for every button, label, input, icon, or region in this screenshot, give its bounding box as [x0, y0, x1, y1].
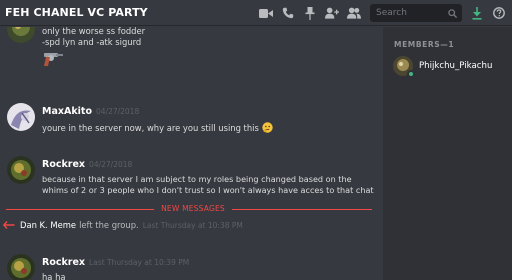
member-list: MEMBERS—1 Phijkchu_Pikachu	[383, 27, 512, 280]
avatar	[393, 56, 415, 78]
channel-title: FEH CHANEL VC PARTY	[5, 6, 148, 19]
header-toolbar: Search	[251, 0, 506, 26]
members-header: MEMBERS—1	[394, 40, 455, 49]
avatar[interactable]	[7, 103, 35, 131]
video-call-icon[interactable]	[259, 6, 273, 20]
message-group: Rockrex 04/27/2018 because in that server…	[0, 156, 383, 204]
search-input[interactable]: Search	[370, 4, 462, 22]
new-messages-divider: NEW MESSAGES	[0, 204, 372, 216]
pin-icon[interactable]	[303, 6, 317, 20]
members-icon[interactable]	[347, 6, 361, 20]
voice-call-icon[interactable]	[281, 6, 295, 20]
avatar[interactable]	[7, 27, 35, 43]
add-friend-icon[interactable]	[325, 6, 339, 20]
search-icon	[448, 8, 457, 18]
message-content: Rockrex Last Thursday at 10:39 PM ha ha	[42, 257, 375, 280]
revolver-emoji	[42, 51, 375, 71]
author-name[interactable]: Rockrex	[42, 257, 85, 268]
channel-header: FEH CHANEL VC PARTY Search	[0, 0, 512, 26]
system-message: Dan K. Meme left the group. Last Thursda…	[3, 219, 243, 231]
member-name: Phijkchu_Pikachu	[419, 61, 493, 71]
download-icon[interactable]	[470, 6, 484, 20]
message-group-partial: yuan only the worse ss fodder -spd lyn a…	[0, 27, 383, 75]
help-icon[interactable]	[492, 6, 506, 20]
message-text: -spd lyn and -atk sigurd	[42, 37, 142, 47]
timestamp: Last Thursday at 10:39 PM	[89, 258, 190, 267]
timestamp: Last Thursday at 10:38 PM	[142, 220, 243, 230]
message-content: yuan only the worse ss fodder -spd lyn a…	[42, 27, 375, 71]
author-name[interactable]: MaxAkito	[42, 106, 92, 117]
author-name[interactable]: Rockrex	[42, 159, 85, 170]
message-text: because in that server I am subject to m…	[42, 174, 374, 195]
divider-line	[6, 209, 154, 210]
message-text: only the worse ss fodder	[42, 27, 146, 36]
message-content: MaxAkito 04/27/2018 youre in the server n…	[42, 106, 375, 134]
message-group: MaxAkito 04/27/2018 youre in the server n…	[0, 103, 383, 143]
avatar[interactable]	[7, 156, 35, 184]
timestamp: 04/27/2018	[89, 160, 133, 169]
divider-line	[232, 209, 372, 210]
message-text: ha ha	[42, 272, 66, 280]
system-user[interactable]: Dan K. Meme	[20, 220, 76, 230]
search-placeholder: Search	[376, 8, 407, 18]
new-messages-label: NEW MESSAGES	[161, 204, 225, 213]
avatar[interactable]	[7, 254, 35, 280]
timestamp: 04/27/2018	[96, 107, 140, 116]
message-content: Rockrex 04/27/2018 because in that server…	[42, 159, 375, 196]
message-text: youre in the server now, why are you sti…	[42, 122, 375, 134]
message-list: yuan only the worse ss fodder -spd lyn a…	[0, 27, 383, 280]
left-arrow-icon	[3, 221, 15, 229]
thinking-emoji	[262, 122, 273, 133]
system-action: left the group.	[79, 220, 139, 230]
online-status-icon	[407, 70, 415, 78]
member-item[interactable]: Phijkchu_Pikachu	[393, 54, 511, 78]
message-group: Rockrex Last Thursday at 10:39 PM ha ha	[0, 254, 383, 280]
